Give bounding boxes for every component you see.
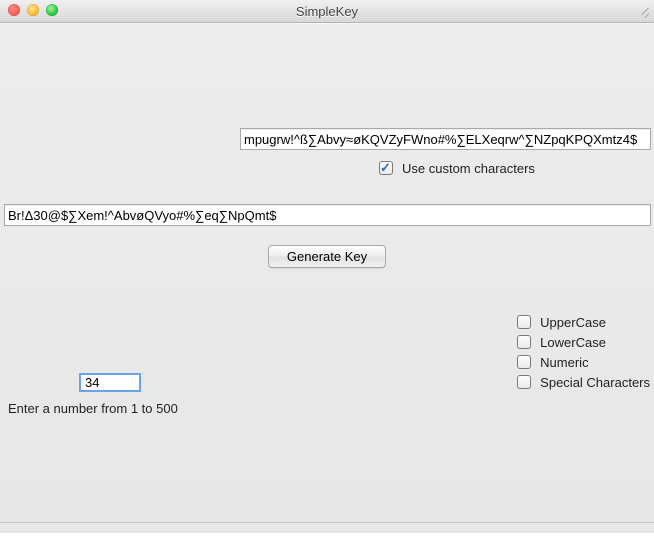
window-controls (8, 4, 58, 16)
lowercase-checkbox[interactable] (517, 335, 531, 349)
special-characters-checkbox[interactable] (517, 375, 531, 389)
generate-key-button[interactable]: Generate Key (268, 245, 386, 268)
title-bar: SimpleKey (0, 0, 654, 23)
minimize-icon[interactable] (27, 4, 39, 16)
character-options: UpperCase LowerCase Numeric Special Char… (513, 313, 650, 391)
generated-key-output[interactable] (4, 204, 651, 226)
numeric-label: Numeric (540, 355, 588, 370)
uppercase-label: UpperCase (540, 315, 606, 330)
uppercase-checkbox[interactable] (517, 315, 531, 329)
custom-characters-input[interactable] (240, 128, 651, 150)
numeric-checkbox[interactable] (517, 355, 531, 369)
content-area: Use custom characters Generate Key Upper… (0, 23, 654, 543)
footer-separator (0, 522, 654, 523)
resize-icon[interactable] (636, 4, 650, 18)
window-title: SimpleKey (0, 4, 654, 19)
length-input[interactable] (79, 373, 141, 392)
close-icon[interactable] (8, 4, 20, 16)
special-characters-label: Special Characters (540, 375, 650, 390)
use-custom-characters-checkbox[interactable] (379, 161, 393, 175)
length-hint: Enter a number from 1 to 500 (8, 401, 178, 416)
use-custom-characters-label: Use custom characters (402, 161, 535, 176)
lowercase-label: LowerCase (540, 335, 606, 350)
zoom-icon[interactable] (46, 4, 58, 16)
